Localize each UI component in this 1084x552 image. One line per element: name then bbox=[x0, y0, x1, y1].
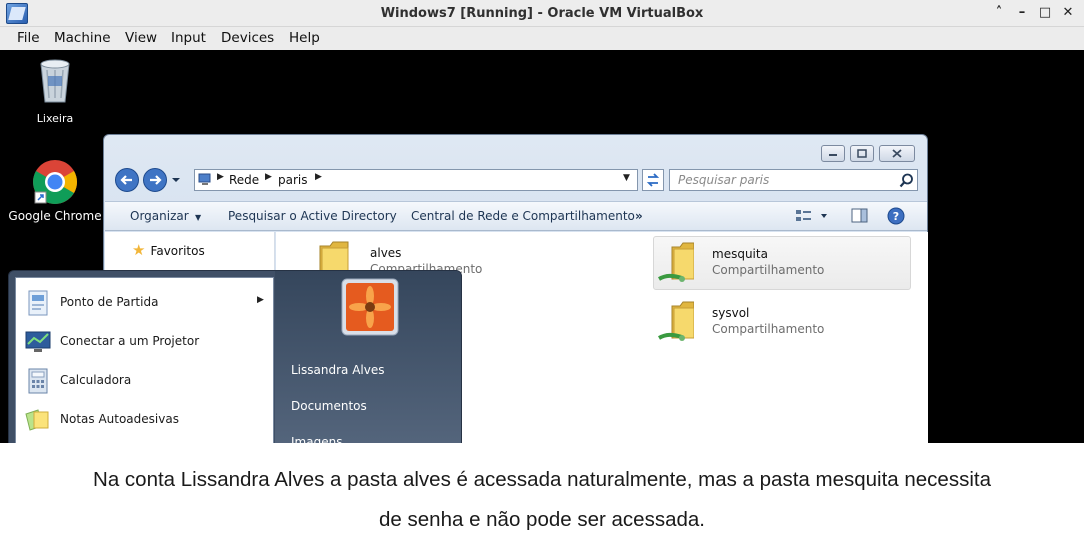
getting-started-icon bbox=[28, 290, 48, 316]
start-menu-programs: Ponto de Partida ▶ Conectar a um Projeto… bbox=[15, 277, 274, 443]
submenu-arrow-icon: ▶ bbox=[257, 295, 264, 305]
explorer-toolbar: Organizar ▼ Pesquisar o Active Directory… bbox=[105, 201, 927, 231]
folder-item-sysvol[interactable]: sysvol Compartilhamento bbox=[654, 296, 912, 350]
chevron-down-icon: ▼ bbox=[192, 213, 202, 222]
start-link-documentos[interactable]: Documentos bbox=[291, 399, 367, 413]
menu-machine[interactable]: Machine bbox=[54, 27, 111, 50]
preview-pane-icon[interactable] bbox=[851, 208, 869, 224]
chrome-icon bbox=[33, 160, 77, 204]
minimize-icon bbox=[829, 154, 837, 156]
view-options-icon[interactable] bbox=[795, 208, 831, 224]
start-item-notas-autoadesivas[interactable]: Notas Autoadesivas bbox=[16, 401, 273, 439]
start-menu-user-links: Lissandra Alves Documentos Imagens bbox=[275, 271, 461, 443]
start-link-imagens[interactable]: Imagens bbox=[291, 435, 342, 443]
menu-view[interactable]: View bbox=[125, 27, 157, 50]
organize-button[interactable]: Organizar ▼ bbox=[130, 202, 201, 230]
more-commands-button[interactable]: » bbox=[635, 202, 643, 230]
folder-type: Compartilhamento bbox=[712, 263, 825, 277]
collapse-icon[interactable]: ˄ bbox=[990, 4, 1008, 22]
search-placeholder: Pesquisar paris bbox=[678, 173, 770, 187]
chevron-right-icon: ▶ bbox=[315, 172, 322, 182]
search-input[interactable]: Pesquisar paris bbox=[669, 169, 918, 191]
guest-screen: Lixeira Google Chrome ▶ Rede ▶ paris ▶ ▼… bbox=[0, 50, 1084, 443]
start-item-label: Conectar a um Projetor bbox=[60, 334, 200, 348]
minimize-button[interactable]: – bbox=[1013, 4, 1031, 22]
caption-line-1: Na conta Lissandra Alves a pasta alves é… bbox=[93, 468, 991, 491]
explorer-minimize-button[interactable] bbox=[821, 145, 845, 162]
star-icon: ★ bbox=[132, 241, 146, 259]
address-bar[interactable]: ▶ Rede ▶ paris ▶ ▼ bbox=[194, 169, 638, 191]
window-title: Windows7 [Running] - Oracle VM VirtualBo… bbox=[380, 6, 704, 21]
shared-folder-icon bbox=[658, 301, 694, 341]
calculator-icon bbox=[28, 368, 48, 394]
shared-folder-icon bbox=[658, 242, 694, 282]
back-button-icon[interactable] bbox=[115, 168, 139, 192]
breadcrumb-paris[interactable]: paris bbox=[278, 173, 308, 187]
start-item-label: Ponto de Partida bbox=[60, 295, 159, 309]
desktop-icon-label: Lixeira bbox=[36, 112, 74, 125]
folder-name: mesquita bbox=[712, 247, 768, 261]
recycle-bin-icon bbox=[40, 59, 70, 103]
desktop-icon-label: Google Chrome bbox=[8, 209, 102, 223]
chevron-right-icon: ▶ bbox=[217, 172, 224, 182]
network-icon bbox=[198, 173, 211, 185]
folder-type: Compartilhamento bbox=[712, 322, 825, 336]
address-dropdown-icon[interactable]: ▼ bbox=[623, 173, 630, 183]
explorer-maximize-button[interactable] bbox=[850, 145, 874, 162]
help-icon[interactable]: ? bbox=[887, 207, 905, 225]
close-button[interactable]: ✕ bbox=[1059, 4, 1077, 22]
caption-line-2: de senha e não pode ser acessada. bbox=[379, 508, 705, 531]
folder-name: alves bbox=[370, 246, 402, 260]
menu-file[interactable]: File bbox=[17, 27, 40, 50]
refresh-icon[interactable] bbox=[642, 169, 664, 191]
vbox-menubar: File Machine View Input Devices Help bbox=[0, 27, 1084, 50]
start-item-ponto-de-partida[interactable]: Ponto de Partida ▶ bbox=[16, 284, 273, 322]
svg-text:?: ? bbox=[893, 210, 899, 223]
network-center-button[interactable]: Central de Rede e Compartilhamento bbox=[411, 202, 635, 230]
back-forward-buttons bbox=[115, 168, 180, 192]
start-link-user[interactable]: Lissandra Alves bbox=[291, 363, 384, 377]
user-avatar[interactable] bbox=[341, 278, 399, 336]
chevron-right-icon: ▶ bbox=[265, 172, 272, 182]
explorer-close-button[interactable] bbox=[879, 145, 915, 162]
start-item-calculadora[interactable]: Calculadora bbox=[16, 362, 273, 400]
caption: Na conta Lissandra Alves a pasta alves é… bbox=[0, 460, 1084, 540]
nav-item-favorites[interactable]: ★ Favoritos bbox=[132, 240, 205, 259]
desktop-icon-recycle-bin[interactable]: Lixeira bbox=[22, 56, 88, 125]
close-icon bbox=[892, 149, 902, 158]
desktop-icon-chrome[interactable]: Google Chrome bbox=[8, 158, 102, 223]
start-item-conectar-projetor[interactable]: Conectar a um Projetor bbox=[16, 323, 273, 361]
start-item-label: Calculadora bbox=[60, 373, 132, 387]
menu-input[interactable]: Input bbox=[171, 27, 206, 50]
projector-icon bbox=[25, 331, 51, 352]
start-menu: Ponto de Partida ▶ Conectar a um Projeto… bbox=[8, 270, 462, 443]
sticky-notes-icon bbox=[25, 409, 49, 431]
recent-pages-dropdown-icon[interactable] bbox=[172, 178, 180, 182]
menu-devices[interactable]: Devices bbox=[221, 27, 274, 50]
start-item-label: Notas Autoadesivas bbox=[60, 412, 179, 426]
search-active-directory-button[interactable]: Pesquisar o Active Directory bbox=[228, 202, 397, 230]
organize-label: Organizar bbox=[130, 209, 189, 223]
breadcrumb-rede[interactable]: Rede bbox=[229, 173, 259, 187]
search-icon[interactable] bbox=[899, 173, 914, 188]
maximize-button[interactable]: □ bbox=[1036, 4, 1054, 22]
vbox-titlebar: Windows7 [Running] - Oracle VM VirtualBo… bbox=[0, 0, 1084, 27]
menu-help[interactable]: Help bbox=[289, 27, 320, 50]
folder-item-mesquita[interactable]: mesquita Compartilhamento bbox=[653, 236, 911, 290]
folder-name: sysvol bbox=[712, 306, 750, 320]
maximize-icon bbox=[857, 149, 867, 158]
nav-item-label: Favoritos bbox=[150, 244, 205, 258]
forward-button-icon[interactable] bbox=[143, 168, 167, 192]
